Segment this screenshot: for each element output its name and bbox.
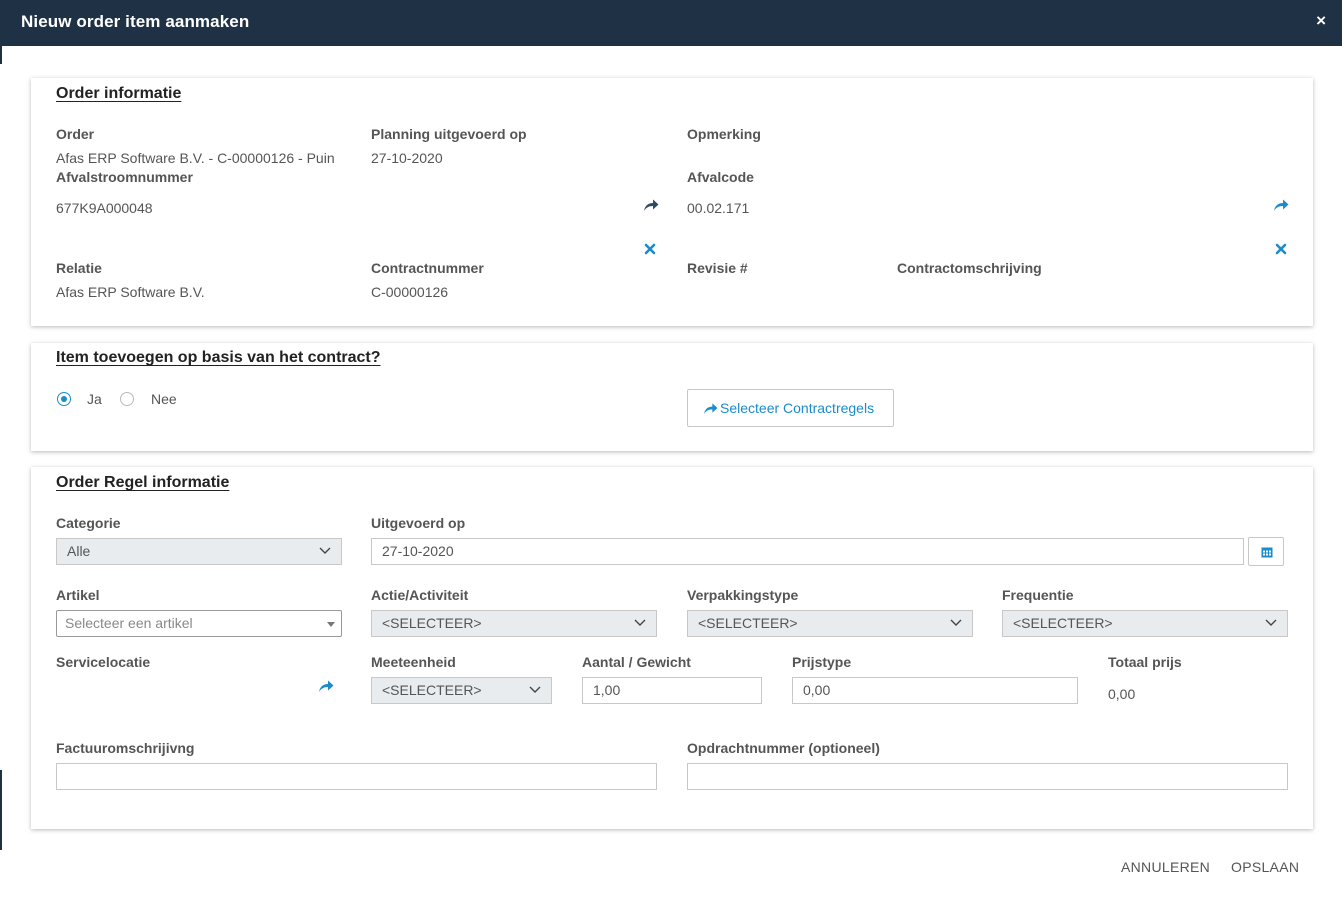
revisie-label: Revisie # bbox=[687, 260, 748, 276]
servicelocatie-label: Servicelocatie bbox=[56, 654, 151, 670]
share-arrow-icon[interactable] bbox=[318, 679, 334, 693]
frequentie-label: Frequentie bbox=[1002, 587, 1074, 603]
order-regel-card: Order Regel informatie Categorie Alle Ui… bbox=[31, 467, 1313, 829]
contract-section-title: Item toevoegen op basis van het contract… bbox=[56, 349, 381, 366]
opdracht-input[interactable] bbox=[687, 763, 1288, 790]
uitgevoerd-value: 27-10-2020 bbox=[382, 543, 454, 559]
aantal-input[interactable]: 1,00 bbox=[582, 677, 762, 704]
factuur-input[interactable] bbox=[56, 763, 657, 790]
order-label: Order bbox=[56, 126, 95, 142]
afvalcode-value: 00.02.171 bbox=[687, 200, 750, 216]
select-contractregels-button[interactable]: Selecteer Contractregels bbox=[687, 389, 894, 427]
chevron-down-icon bbox=[634, 619, 646, 626]
chevron-down-icon bbox=[319, 547, 331, 554]
order-info-card: Order informatie Order Afas ERP Software… bbox=[31, 78, 1313, 326]
totaal-label: Totaal prijs bbox=[1108, 654, 1182, 670]
backdrop-edge bbox=[0, 46, 2, 64]
artikel-select[interactable]: Selecteer een artikel bbox=[56, 610, 342, 637]
planning-label: Planning uitgevoerd op bbox=[371, 126, 527, 142]
aantal-value: 1,00 bbox=[593, 682, 621, 698]
uitgevoerd-date-input[interactable]: 27-10-2020 bbox=[371, 538, 1244, 565]
order-info-title: Order informatie bbox=[56, 85, 182, 102]
prijstype-input[interactable]: 0,00 bbox=[792, 677, 1078, 704]
share-arrow-icon bbox=[704, 403, 718, 415]
frequentie-select[interactable]: <SELECTEER> bbox=[1002, 610, 1288, 637]
save-button[interactable]: OPSLAAN bbox=[1231, 859, 1299, 875]
relatie-value: Afas ERP Software B.V. bbox=[56, 284, 205, 300]
prijstype-label: Prijstype bbox=[792, 654, 852, 670]
categorie-value: Alle bbox=[67, 543, 91, 559]
aantal-label: Aantal / Gewicht bbox=[582, 654, 691, 670]
radio-ja[interactable] bbox=[57, 392, 71, 406]
meeteenheid-value: <SELECTEER> bbox=[382, 682, 482, 698]
calendar-icon bbox=[1261, 547, 1273, 558]
actie-value: <SELECTEER> bbox=[382, 615, 482, 631]
opdracht-label: Opdrachtnummer (optioneel) bbox=[687, 740, 880, 756]
chevron-down-icon bbox=[950, 619, 962, 626]
calendar-button[interactable] bbox=[1248, 537, 1284, 566]
uitgevoerd-label: Uitgevoerd op bbox=[371, 515, 466, 531]
close-x-icon[interactable] bbox=[1275, 243, 1287, 255]
meeteenheid-select[interactable]: <SELECTEER> bbox=[371, 677, 552, 704]
factuur-label: Factuuromschrijivng bbox=[56, 740, 195, 756]
opmerking-label: Opmerking bbox=[687, 126, 761, 142]
afvalstroom-label: Afvalstroomnummer bbox=[56, 169, 193, 185]
dialog-header: Nieuw order item aanmaken × bbox=[0, 0, 1342, 46]
close-x-icon[interactable] bbox=[644, 243, 656, 255]
categorie-select[interactable]: Alle bbox=[56, 538, 342, 565]
verpakking-label: Verpakkingstype bbox=[687, 587, 799, 603]
totaal-value: 0,00 bbox=[1108, 686, 1136, 702]
radio-nee[interactable] bbox=[120, 392, 134, 406]
verpakking-select[interactable]: <SELECTEER> bbox=[687, 610, 973, 637]
order-value: Afas ERP Software B.V. - C-00000126 - Pu… bbox=[56, 150, 335, 166]
contractomschrijving-label: Contractomschrijving bbox=[897, 260, 1042, 276]
artikel-label: Artikel bbox=[56, 587, 100, 603]
categorie-label: Categorie bbox=[56, 515, 121, 531]
afvalcode-label: Afvalcode bbox=[687, 169, 754, 185]
share-arrow-icon[interactable] bbox=[1273, 198, 1289, 212]
radio-ja-label[interactable]: Ja bbox=[87, 391, 102, 407]
contractnummer-label: Contractnummer bbox=[371, 260, 484, 276]
cancel-button[interactable]: ANNULEREN bbox=[1121, 859, 1210, 875]
order-regel-title: Order Regel informatie bbox=[56, 474, 230, 491]
contractnummer-value: C-00000126 bbox=[371, 284, 449, 300]
planning-value: 27-10-2020 bbox=[371, 150, 443, 166]
actie-select[interactable]: <SELECTEER> bbox=[371, 610, 657, 637]
caret-down-icon bbox=[327, 622, 335, 627]
verpakking-value: <SELECTEER> bbox=[698, 615, 798, 631]
meeteenheid-label: Meeteenheid bbox=[371, 654, 456, 670]
relatie-label: Relatie bbox=[56, 260, 102, 276]
chevron-down-icon bbox=[529, 686, 541, 693]
actie-label: Actie/Activiteit bbox=[371, 587, 469, 603]
contract-card: Item toevoegen op basis van het contract… bbox=[31, 343, 1313, 451]
dialog-title: Nieuw order item aanmaken bbox=[21, 12, 250, 31]
share-arrow-icon[interactable] bbox=[643, 198, 659, 212]
close-icon[interactable]: × bbox=[1316, 11, 1326, 31]
radio-nee-label[interactable]: Nee bbox=[151, 391, 177, 407]
prijstype-value: 0,00 bbox=[803, 682, 831, 698]
frequentie-value: <SELECTEER> bbox=[1013, 615, 1113, 631]
backdrop-edge bbox=[0, 770, 2, 850]
select-contractregels-label: Selecteer Contractregels bbox=[720, 400, 875, 416]
chevron-down-icon bbox=[1265, 619, 1277, 626]
afvalstroom-value: 677K9A000048 bbox=[56, 200, 153, 216]
artikel-placeholder: Selecteer een artikel bbox=[65, 615, 193, 631]
